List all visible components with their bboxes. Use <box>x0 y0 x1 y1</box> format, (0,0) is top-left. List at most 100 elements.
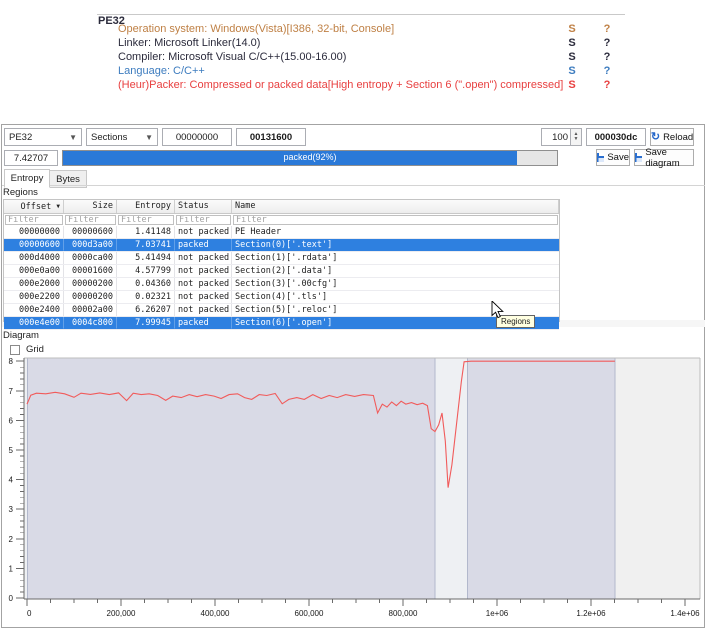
svg-text:0: 0 <box>27 609 32 618</box>
svg-text:400,000: 400,000 <box>201 609 230 618</box>
svg-text:7: 7 <box>9 387 14 396</box>
table-cell: not packed <box>175 252 232 264</box>
chevron-down-icon: ▼ <box>145 133 153 142</box>
table-cell: 000e4e00 <box>4 317 64 329</box>
svg-text:200,000: 200,000 <box>107 609 136 618</box>
table-cell: 0.04360 <box>117 278 175 290</box>
table-cell: Section(1)['.rdata'] <box>232 252 559 264</box>
file-type-value: PE32 <box>9 132 32 143</box>
table-cell: not packed <box>175 291 232 303</box>
chevron-down-icon: ▼ <box>69 133 77 142</box>
table-cell: 7.03741 <box>117 239 175 251</box>
filter-offset-input[interactable] <box>5 215 63 225</box>
svg-text:3: 3 <box>9 505 14 514</box>
table-cell: PE Header <box>232 226 559 238</box>
table-cell: 0004c800 <box>64 317 117 329</box>
table-cell: 000d3a00 <box>64 239 117 251</box>
floppy-icon <box>635 153 642 162</box>
entropy-progress-bar: packed(92%) <box>62 150 558 166</box>
svg-text:1.2e+06: 1.2e+06 <box>576 609 606 618</box>
svg-text:600,000: 600,000 <box>295 609 324 618</box>
column-header-name[interactable]: Name <box>232 200 559 213</box>
table-cell: 00000200 <box>64 291 117 303</box>
sort-desc-icon: ▼ <box>56 203 60 210</box>
table-cell: 0000ca00 <box>64 252 117 264</box>
save-button[interactable]: Save <box>596 149 630 166</box>
svg-text:2: 2 <box>9 535 14 544</box>
tab-entropy-label: Entropy <box>11 173 44 184</box>
spin-down-icon[interactable]: ▼ <box>574 137 579 142</box>
table-cell: 5.41494 <box>117 252 175 264</box>
table-cell: packed <box>175 317 232 329</box>
table-row[interactable]: 000e2000000002000.04360not packedSection… <box>4 278 559 291</box>
table-cell: 1.41148 <box>117 226 175 238</box>
table-cell: 0.02321 <box>117 291 175 303</box>
table-cell: Section(2)['.data'] <box>232 265 559 277</box>
reload-label: Reload <box>663 132 693 143</box>
spinner-buttons[interactable]: ▲ ▼ <box>571 128 582 146</box>
table-cell: 00000200 <box>64 278 117 290</box>
regions-table[interactable]: Offset ▼ Size Entropy Status Name 000000… <box>3 199 560 322</box>
save-diagram-button[interactable]: Save diagram <box>634 149 694 166</box>
app-root: PE32 Operation system: Windows(Vista)[I3… <box>0 0 707 629</box>
table-cell: 00001600 <box>64 265 117 277</box>
filter-size-input[interactable] <box>65 215 116 225</box>
view-mode-value: Sections <box>91 132 127 143</box>
total-entropy-input[interactable] <box>4 150 58 166</box>
size-input[interactable] <box>236 128 306 146</box>
svg-text:1: 1 <box>9 564 14 573</box>
tab-entropy[interactable]: Entropy <box>4 169 50 188</box>
file-type-combo[interactable]: PE32 ▼ <box>4 128 82 146</box>
grid-checkbox[interactable] <box>10 345 20 355</box>
svg-text:6: 6 <box>9 416 14 425</box>
regions-section-label: Regions <box>3 187 38 198</box>
table-row[interactable]: 000e0a00000016004.57799not packedSection… <box>4 265 559 278</box>
table-row[interactable]: 000e240000002a006.26207not packedSection… <box>4 304 559 317</box>
column-header-status[interactable]: Status <box>175 200 232 213</box>
address-input[interactable] <box>586 128 646 146</box>
save-label: Save <box>607 152 629 163</box>
filter-name-input[interactable] <box>233 215 558 225</box>
table-cell: 000e2400 <box>4 304 64 316</box>
table-cell: 00002a00 <box>64 304 117 316</box>
table-cell: 00000600 <box>64 226 117 238</box>
table-cell: not packed <box>175 226 232 238</box>
table-row[interactable]: 000d40000000ca005.41494not packedSection… <box>4 252 559 265</box>
offset-input[interactable] <box>162 128 232 146</box>
table-cell: 00000600 <box>4 239 64 251</box>
filter-row <box>4 214 559 226</box>
svg-text:4: 4 <box>9 476 14 485</box>
column-header-size[interactable]: Size <box>64 200 117 213</box>
filter-entropy-input[interactable] <box>118 215 174 225</box>
view-mode-combo[interactable]: Sections ▼ <box>86 128 158 146</box>
svg-text:8: 8 <box>9 357 14 366</box>
table-row[interactable]: 000e2200000002000.02321not packedSection… <box>4 291 559 304</box>
svg-text:800,000: 800,000 <box>389 609 418 618</box>
table-cell: Section(3)['.00cfg'] <box>232 278 559 290</box>
table-cell: not packed <box>175 265 232 277</box>
filter-status-input[interactable] <box>176 215 231 225</box>
table-cell: 000e2000 <box>4 278 64 290</box>
table-cell: 6.26207 <box>117 304 175 316</box>
column-header-offset[interactable]: Offset ▼ <box>4 200 64 213</box>
column-header-entropy[interactable]: Entropy <box>117 200 175 213</box>
floppy-icon <box>597 153 604 162</box>
table-body: 00000000000006001.41148not packedPE Head… <box>4 226 559 330</box>
svg-text:5: 5 <box>9 446 14 455</box>
count-spinner[interactable]: 100 <box>541 128 571 146</box>
table-row[interactable]: 00000600000d3a007.03741packedSection(0)[… <box>4 239 559 252</box>
svg-text:0: 0 <box>9 594 14 603</box>
table-cell: 4.57799 <box>117 265 175 277</box>
table-row[interactable]: 000e4e000004c8007.99945packedSection(6)[… <box>4 317 559 330</box>
table-cell: 00000000 <box>4 226 64 238</box>
mouse-cursor-icon <box>491 301 504 319</box>
table-row[interactable]: 00000000000006001.41148not packedPE Head… <box>4 226 559 239</box>
reload-button[interactable]: ↻ Reload <box>650 128 694 146</box>
table-header-row: Offset ▼ Size Entropy Status Name <box>4 200 559 214</box>
save-diagram-label: Save diagram <box>645 147 693 169</box>
table-cell: 000d4000 <box>4 252 64 264</box>
grid-checkbox-label: Grid <box>26 344 44 355</box>
diagram-section-label: Diagram <box>3 330 39 341</box>
svg-text:1.4e+06: 1.4e+06 <box>670 609 700 618</box>
svg-text:1e+06: 1e+06 <box>486 609 509 618</box>
